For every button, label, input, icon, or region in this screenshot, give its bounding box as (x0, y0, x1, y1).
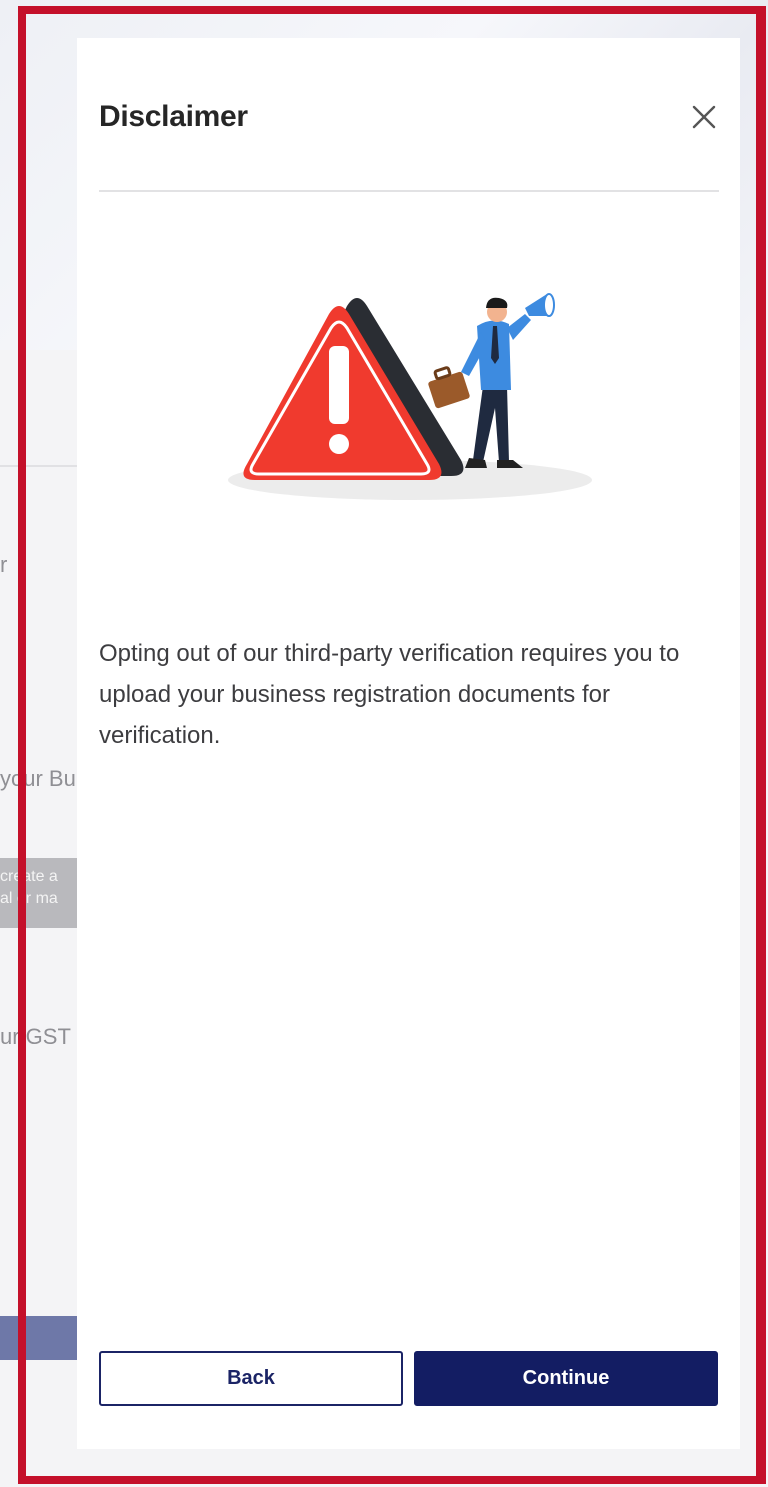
background-text-fragment: r (0, 552, 8, 577)
close-icon (692, 105, 716, 129)
disclaimer-modal: Disclaimer Opting out of our third-party… (77, 38, 740, 1449)
continue-button[interactable]: Continue (414, 1351, 718, 1406)
close-button[interactable] (689, 102, 719, 132)
background-text-fragment: your Bu (0, 766, 76, 791)
warning-illustration (228, 293, 592, 500)
back-button[interactable]: Back (99, 1351, 403, 1406)
disclaimer-message: Opting out of our third-party verificati… (99, 640, 680, 749)
modal-header: Disclaimer (99, 96, 719, 192)
modal-title: Disclaimer (99, 100, 248, 133)
background-text-fragment: ur GST (0, 1024, 71, 1049)
